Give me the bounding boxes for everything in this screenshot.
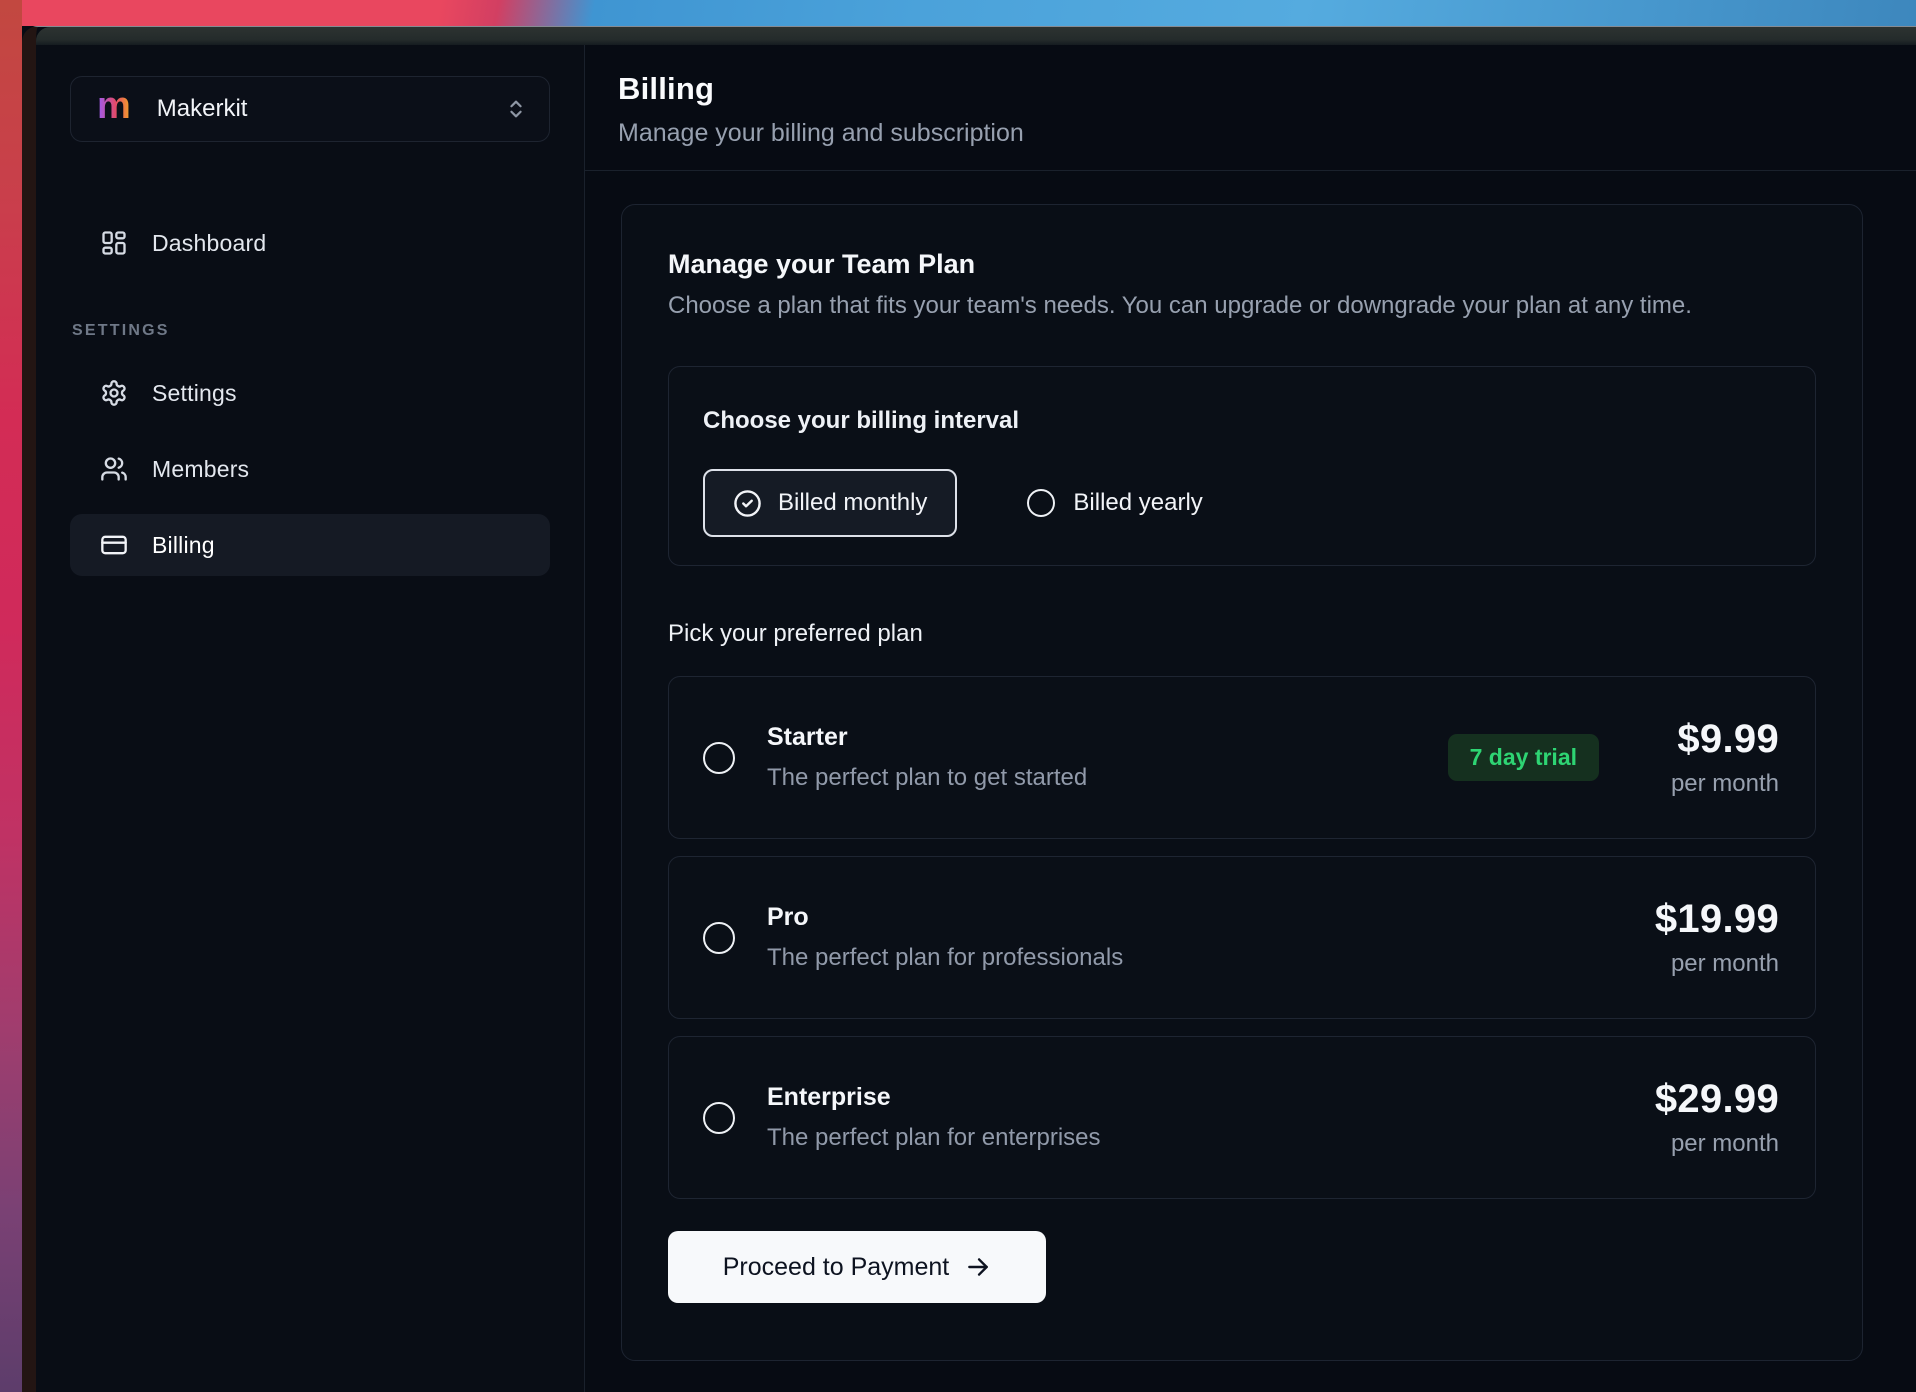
check-circle-icon: [733, 489, 762, 518]
plan-period: per month: [1671, 770, 1779, 798]
dashboard-grid-icon: [100, 229, 128, 257]
sidebar: m Makerkit: [36, 45, 584, 1392]
desktop-wallpaper-left: [0, 0, 22, 1392]
billing-interval-group: Choose your billing interval Billed mont…: [668, 366, 1816, 566]
plan-description: The perfect plan for professionals: [767, 944, 1123, 972]
plan-row-pro[interactable]: Pro The perfect plan for professionals $…: [668, 856, 1816, 1019]
app-window: m Makerkit: [22, 26, 1916, 1392]
page-header: Billing Manage your billing and subscrip…: [585, 45, 1916, 148]
makerkit-logo: m: [97, 87, 131, 125]
billed-monthly-option[interactable]: Billed monthly: [703, 469, 957, 537]
gear-icon: [100, 379, 128, 407]
billed-yearly-label: Billed yearly: [1073, 489, 1202, 517]
page-subtitle: Manage your billing and subscription: [618, 119, 1876, 148]
sidebar-item-label: Billing: [152, 532, 215, 559]
plans-label: Pick your preferred plan: [668, 620, 1816, 648]
plan-description: The perfect plan to get started: [767, 764, 1087, 792]
plan-description: The perfect plan for enterprises: [767, 1124, 1101, 1152]
radio-unchecked-icon[interactable]: [703, 922, 735, 954]
plan-row-enterprise[interactable]: Enterprise The perfect plan for enterpri…: [668, 1036, 1816, 1199]
card-title: Manage your Team Plan: [668, 249, 1816, 280]
sidebar-item-label: Dashboard: [152, 230, 266, 257]
sidebar-item-label: Members: [152, 456, 249, 483]
plan-name: Pro: [767, 903, 1123, 932]
sidebar-item-settings[interactable]: Settings: [70, 362, 550, 424]
billed-yearly-option[interactable]: Billed yearly: [1027, 489, 1202, 517]
plan-price: $19.99: [1655, 897, 1779, 942]
chevrons-up-down-icon: [505, 98, 527, 120]
workspace-selector[interactable]: m Makerkit: [70, 76, 550, 142]
radio-unchecked-icon[interactable]: [703, 742, 735, 774]
plan-name: Starter: [767, 723, 1087, 752]
plan-price: $29.99: [1655, 1077, 1779, 1122]
desktop-wallpaper-top: [0, 0, 1916, 26]
arrow-right-icon: [965, 1254, 991, 1280]
sidebar-section-settings: SETTINGS: [72, 322, 550, 340]
plan-name: Enterprise: [767, 1083, 1101, 1112]
trial-badge: 7 day trial: [1448, 734, 1599, 781]
sidebar-item-dashboard[interactable]: Dashboard: [70, 212, 550, 274]
primary-nav: Dashboard: [70, 212, 550, 274]
plan-price: $9.99: [1677, 717, 1779, 762]
proceed-to-payment-button[interactable]: Proceed to Payment: [668, 1231, 1046, 1303]
sidebar-item-label: Settings: [152, 380, 237, 407]
users-icon: [100, 455, 128, 483]
credit-card-icon: [100, 531, 128, 559]
sidebar-item-members[interactable]: Members: [70, 438, 550, 500]
radio-unchecked-icon: [1027, 489, 1055, 517]
page-title: Billing: [618, 71, 1876, 107]
plan-row-starter[interactable]: Starter The perfect plan to get started …: [668, 676, 1816, 839]
plan-period: per month: [1671, 1130, 1779, 1158]
settings-nav: Settings Members: [70, 362, 550, 576]
main-content: Billing Manage your billing and subscrip…: [584, 45, 1916, 1392]
proceed-to-payment-label: Proceed to Payment: [723, 1253, 950, 1282]
window-titlebar: [36, 27, 1916, 45]
workspace-name: Makerkit: [157, 95, 505, 123]
radio-unchecked-icon[interactable]: [703, 1102, 735, 1134]
team-plan-card: Manage your Team Plan Choose a plan that…: [621, 204, 1863, 1361]
card-description: Choose a plan that fits your team's need…: [668, 292, 1816, 320]
plan-period: per month: [1671, 950, 1779, 978]
billing-interval-label: Choose your billing interval: [703, 407, 1781, 435]
billed-monthly-label: Billed monthly: [778, 489, 927, 517]
sidebar-item-billing[interactable]: Billing: [70, 514, 550, 576]
